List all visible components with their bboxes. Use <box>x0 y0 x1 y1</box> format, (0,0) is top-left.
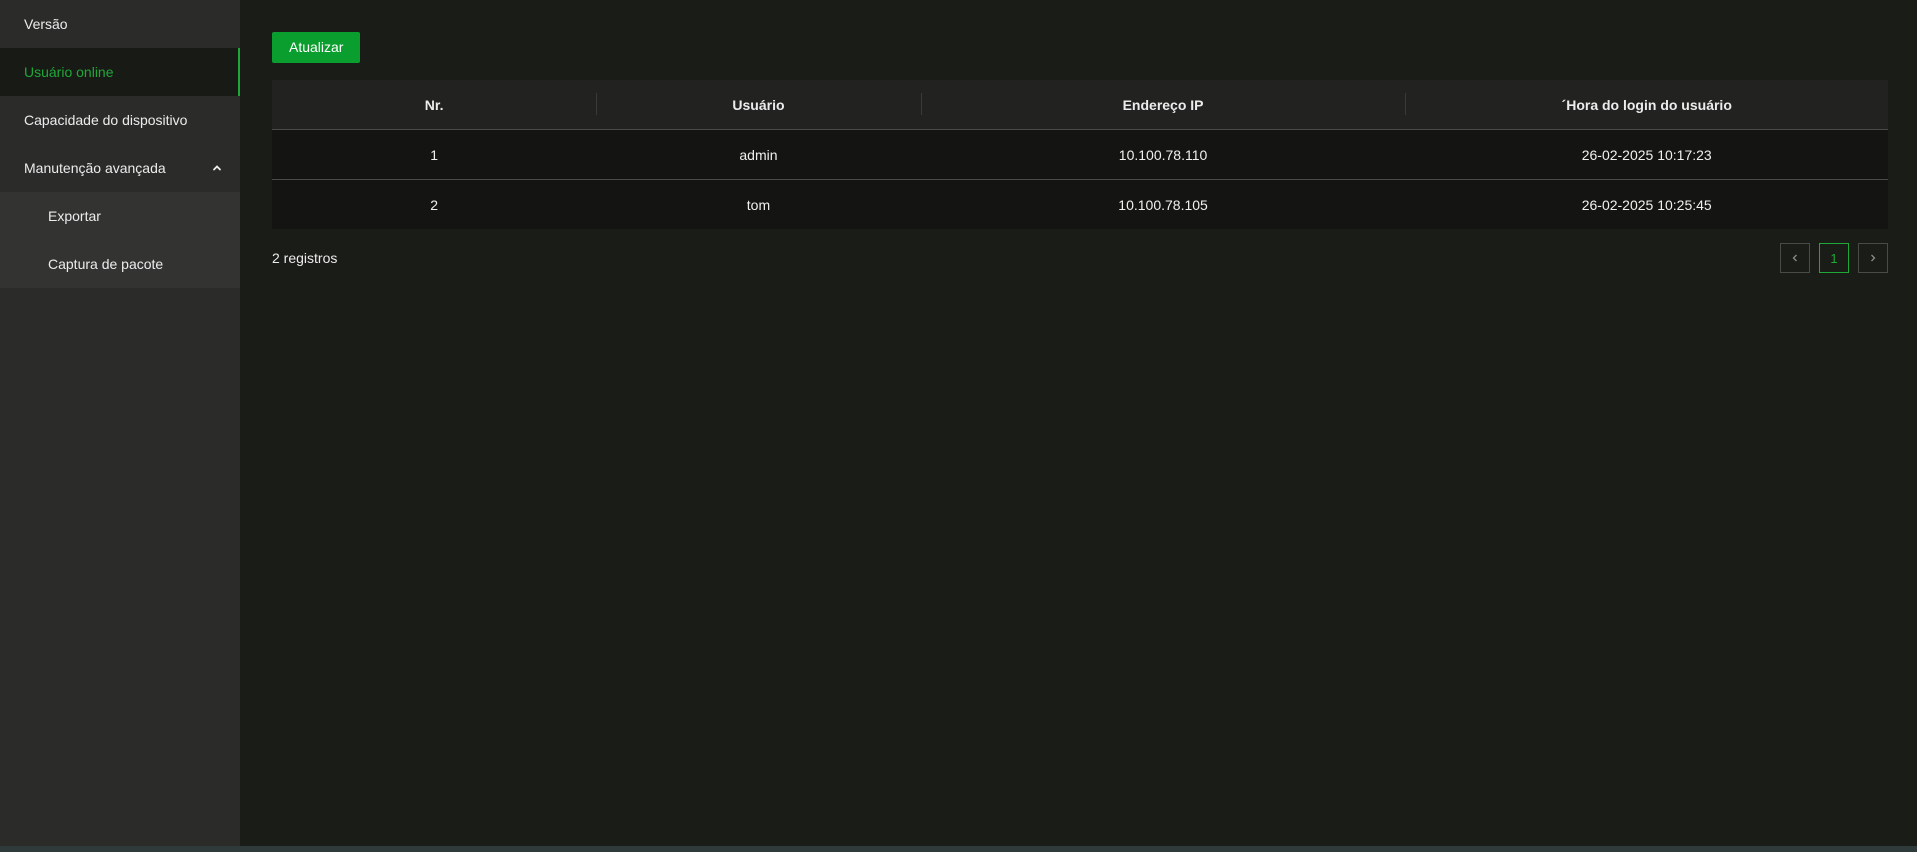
cell-hora-login: 26-02-2025 10:25:45 <box>1405 179 1888 229</box>
column-header-hora-login: ´Hora do login do usuário <box>1405 80 1888 130</box>
main-content: Atualizar Nr. Usuário Endereço IP ´Hora … <box>240 0 1917 846</box>
column-header-nr: Nr. <box>272 80 597 130</box>
sidebar-item-manutencao[interactable]: Manutenção avançada <box>0 144 240 192</box>
column-separator <box>920 93 922 115</box>
cell-nr: 1 <box>272 129 597 180</box>
page-button-current[interactable]: 1 <box>1819 243 1849 273</box>
bottom-scroll-strip <box>0 846 1917 852</box>
sidebar-item-label: Manutenção avançada <box>24 160 166 176</box>
column-separator <box>1405 93 1407 115</box>
sidebar-item-capacidade[interactable]: Capacidade do dispositivo <box>0 96 240 144</box>
sidebar-item-usuario-online[interactable]: Usuário online <box>0 48 240 96</box>
column-header-usuario: Usuário <box>596 80 921 130</box>
cell-usuario: tom <box>596 179 921 229</box>
cell-endereco-ip: 10.100.78.110 <box>920 129 1406 180</box>
online-users-table: Nr. Usuário Endereço IP ´Hora do login d… <box>272 80 1888 229</box>
column-header-label: Nr. <box>424 96 444 113</box>
record-count: 2 registros <box>272 250 338 266</box>
table-footer: 2 registros 1 <box>272 243 1888 273</box>
sidebar-item-exportar[interactable]: Exportar <box>0 192 240 240</box>
refresh-button[interactable]: Atualizar <box>272 32 361 63</box>
sidebar-item-captura[interactable]: Captura de pacote <box>0 240 240 288</box>
chevron-up-icon <box>210 161 224 175</box>
cell-endereco-ip: 10.100.78.105 <box>920 179 1406 229</box>
prev-page-button[interactable] <box>1780 243 1810 273</box>
cell-nr: 2 <box>272 179 597 229</box>
cell-hora-login: 26-02-2025 10:17:23 <box>1405 129 1888 180</box>
sidebar: Versão Usuário online Capacidade do disp… <box>0 0 240 846</box>
pagination: 1 <box>1780 243 1888 273</box>
column-header-endereco-ip: Endereço IP <box>920 80 1406 130</box>
column-header-label: Usuário <box>732 96 785 113</box>
sidebar-item-versao[interactable]: Versão <box>0 0 240 48</box>
next-page-button[interactable] <box>1858 243 1888 273</box>
table-row[interactable]: 2 tom 10.100.78.105 26-02-2025 10:25:45 <box>272 179 1888 229</box>
chevron-left-icon <box>1792 254 1797 262</box>
chevron-right-icon <box>1871 254 1876 262</box>
table-row[interactable]: 1 admin 10.100.78.110 26-02-2025 10:17:2… <box>272 129 1888 180</box>
table-header-row: Nr. Usuário Endereço IP ´Hora do login d… <box>272 80 1888 130</box>
cell-usuario: admin <box>596 129 921 180</box>
app-window: Versão Usuário online Capacidade do disp… <box>0 0 1917 852</box>
column-header-label: ´Hora do login do usuário <box>1561 96 1732 113</box>
column-separator <box>596 93 598 115</box>
sidebar-submenu: Exportar Captura de pacote <box>0 192 240 288</box>
column-header-label: Endereço IP <box>1122 96 1204 113</box>
